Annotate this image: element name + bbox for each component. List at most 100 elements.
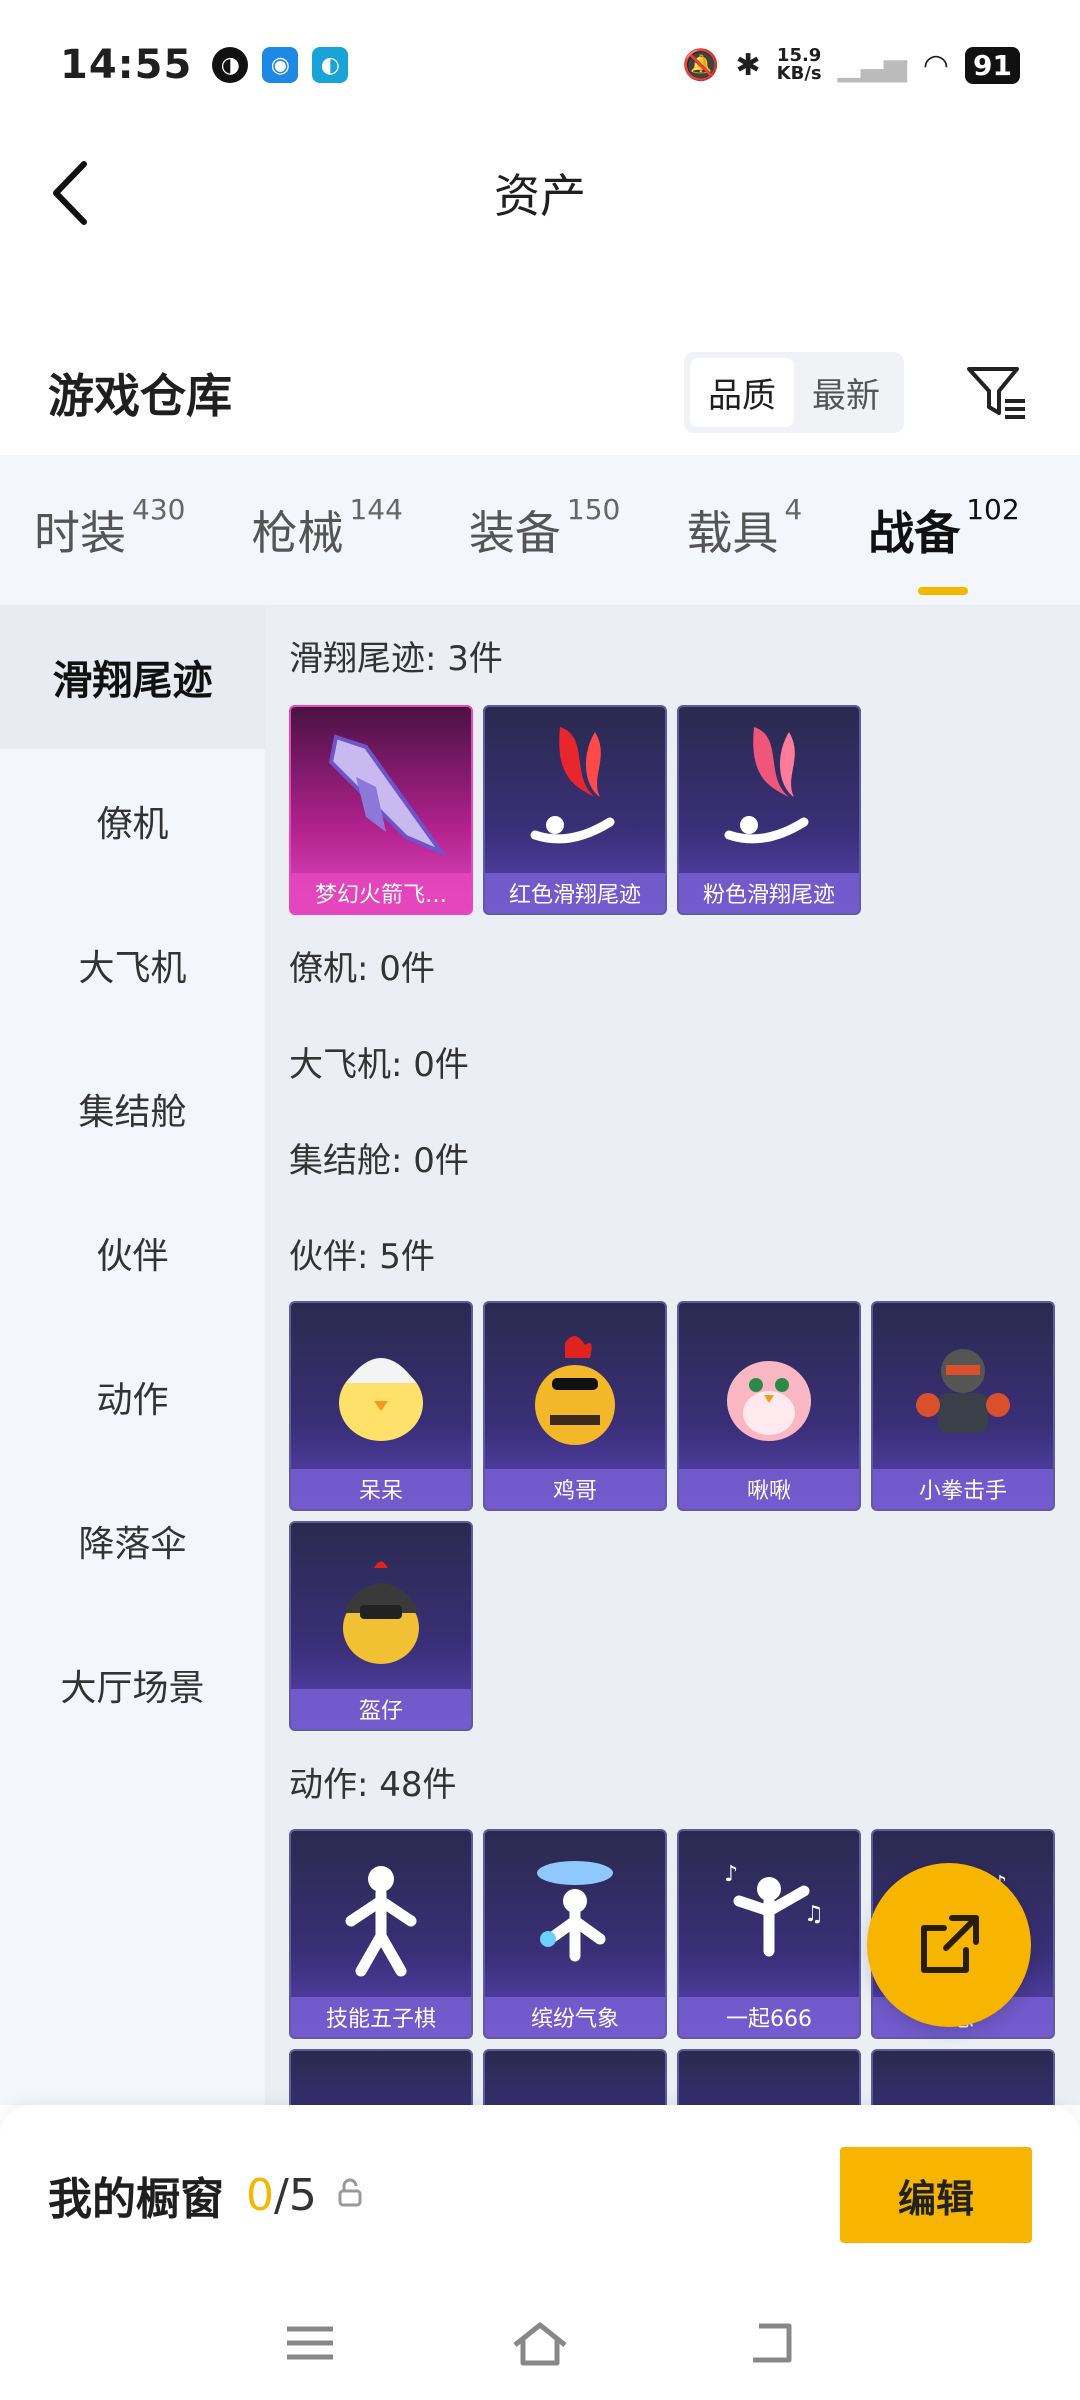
item-card[interactable] — [871, 2049, 1055, 2105]
page-title: 资产 — [494, 168, 586, 223]
active-tab-indicator — [918, 587, 969, 595]
item-label: 盔仔 — [291, 1689, 471, 1729]
net-speed: 15.9 KB/s — [776, 45, 822, 84]
sidebar: 滑翔尾迹 僚机 大飞机 集结舱 伙伴 动作 降落伞 大厅场景 — [0, 605, 265, 2105]
globe-icon: ◑ — [212, 47, 249, 83]
status-time: 14:55 — [60, 42, 193, 88]
section-title-trail: 滑翔尾迹: 3件 — [289, 638, 503, 679]
item-card[interactable]: 啾啾 — [677, 1301, 861, 1511]
item-label: 啾啾 — [679, 1469, 859, 1509]
emote-music-image: ♪ ♫ — [679, 1831, 859, 2001]
svg-text:♪: ♪ — [724, 1862, 738, 1887]
edit-button[interactable]: 编辑 — [840, 2147, 1032, 2243]
warehouse-title: 游戏仓库 — [48, 368, 232, 423]
share-button[interactable] — [867, 1863, 1031, 2027]
menu-button[interactable] — [280, 2313, 340, 2373]
battery-level: 91 — [965, 46, 1020, 84]
tab-fashion[interactable]: 时装 430 — [34, 493, 185, 563]
tab-equipment[interactable]: 装备 150 — [469, 493, 620, 563]
item-label: 粉色滑翔尾迹 — [679, 873, 859, 913]
page-header: 资产 — [0, 130, 1080, 255]
lock-icon — [335, 2178, 365, 2212]
signal-icon: ▁▃▅ — [837, 47, 907, 83]
menu-icon — [287, 2326, 333, 2359]
item-label: 鸡哥 — [485, 1469, 665, 1509]
item-card[interactable] — [483, 2049, 667, 2105]
item-label: 呆呆 — [291, 1469, 471, 1509]
tab-guns[interactable]: 枪械 144 — [251, 493, 402, 563]
app-icon: ◐ — [312, 47, 349, 83]
filter-icon — [967, 366, 1025, 419]
sidebar-item-glide-trail[interactable]: 滑翔尾迹 — [0, 605, 265, 749]
emote-weather-image — [485, 1831, 665, 2001]
rooster-image — [485, 1303, 665, 1473]
filter-button[interactable] — [962, 358, 1032, 428]
section-title-emote: 动作: 48件 — [289, 1764, 457, 1805]
chevron-left-icon — [53, 161, 87, 225]
sidebar-item-partner[interactable]: 伙伴 — [0, 1181, 265, 1325]
item-label: 一起666 — [679, 1997, 859, 2037]
chick-image — [291, 1303, 471, 1473]
item-card[interactable]: 鸡哥 — [483, 1301, 667, 1511]
back-icon — [753, 2323, 792, 2362]
section-title-wingman: 僚机: 0件 — [289, 948, 435, 989]
back-nav-button[interactable] — [740, 2313, 800, 2373]
item-card[interactable]: 红色滑翔尾迹 — [483, 705, 667, 915]
item-card[interactable] — [289, 2049, 473, 2105]
back-button[interactable] — [40, 158, 100, 228]
status-bar: 14:55 ◑ ◉ ◐ 🔕 ✱ 15.9 KB/s ▁▃▅ ◠ 91 — [0, 0, 1080, 130]
item-card[interactable]: ♪ ♫ 一起666 — [677, 1829, 861, 2039]
sidebar-item-emote[interactable]: 动作 — [0, 1325, 265, 1469]
boxer-image — [873, 1303, 1053, 1473]
item-label: 红色滑翔尾迹 — [485, 873, 665, 913]
section-title-partner: 伙伴: 5件 — [289, 1236, 435, 1277]
sort-option-quality[interactable]: 品质 — [690, 358, 794, 427]
showcase-count: 0/5 — [246, 2169, 317, 2221]
sidebar-item-wingman[interactable]: 僚机 — [0, 749, 265, 893]
pink-bird-image — [679, 1303, 859, 1473]
sort-option-newest[interactable]: 最新 — [794, 358, 898, 427]
item-label: 缤纷气象 — [485, 1997, 665, 2037]
section-title-plane: 大飞机: 0件 — [289, 1044, 469, 1085]
item-card[interactable]: 梦幻火箭飞… — [289, 705, 473, 915]
sidebar-item-lobby[interactable]: 大厅场景 — [0, 1613, 265, 1757]
system-nav-bar — [0, 2285, 1080, 2400]
item-card[interactable]: 粉色滑翔尾迹 — [677, 705, 861, 915]
emote-figure-image — [291, 1831, 471, 2001]
home-icon — [513, 2322, 567, 2365]
bluetooth-icon: ✱ — [735, 47, 761, 83]
category-tabs: 时装 430 枪械 144 装备 150 载具 4 战备 102 — [0, 455, 1080, 605]
showcase-title: 我的橱窗 — [48, 2174, 224, 2225]
tab-battle-gear[interactable]: 战备 102 — [868, 493, 1020, 595]
item-label: 小拳击手 — [873, 1469, 1053, 1509]
svg-text:♫: ♫ — [804, 1902, 824, 1927]
item-card[interactable]: 小拳击手 — [871, 1301, 1055, 1511]
sidebar-item-pod[interactable]: 集结舱 — [0, 1037, 265, 1181]
status-left-icons: ◑ ◉ ◐ — [212, 47, 349, 83]
section-title-pod: 集结舱: 0件 — [289, 1140, 469, 1181]
wifi-icon: ◠ — [922, 47, 950, 83]
share-icon — [921, 1915, 979, 1973]
item-card[interactable]: 技能五子棋 — [289, 1829, 473, 2039]
tab-vehicles[interactable]: 载具 4 — [686, 493, 802, 563]
red-trail-image — [485, 707, 665, 877]
status-right-icons: 🔕 ✱ 15.9 KB/s ▁▃▅ ◠ 91 — [682, 45, 1020, 84]
warehouse-header: 游戏仓库 品质 最新 — [0, 330, 1080, 455]
sidebar-item-plane[interactable]: 大飞机 — [0, 893, 265, 1037]
item-card[interactable] — [677, 2049, 861, 2105]
item-label: 技能五子棋 — [291, 1997, 471, 2037]
helmet-chick-image — [291, 1523, 471, 1693]
showcase-bar: 我的橱窗 0/5 编辑 — [0, 2105, 1080, 2285]
sort-toggle: 品质 最新 — [684, 352, 904, 433]
sidebar-item-parachute[interactable]: 降落伞 — [0, 1469, 265, 1613]
partner-grid: 呆呆 鸡哥 啾啾 小拳击手 盔仔 — [289, 1301, 1080, 1731]
item-card[interactable]: 盔仔 — [289, 1521, 473, 1731]
item-card[interactable]: 缤纷气象 — [483, 1829, 667, 2039]
pink-trail-image — [679, 707, 859, 877]
broadcast-icon: ◉ — [262, 47, 299, 83]
trail-grid: 梦幻火箭飞… 红色滑翔尾迹 粉色滑翔尾迹 — [289, 705, 1080, 915]
rocket-plane-image — [291, 707, 471, 877]
item-card[interactable]: 呆呆 — [289, 1301, 473, 1511]
home-button[interactable] — [510, 2313, 570, 2373]
mute-icon: 🔕 — [682, 47, 720, 83]
